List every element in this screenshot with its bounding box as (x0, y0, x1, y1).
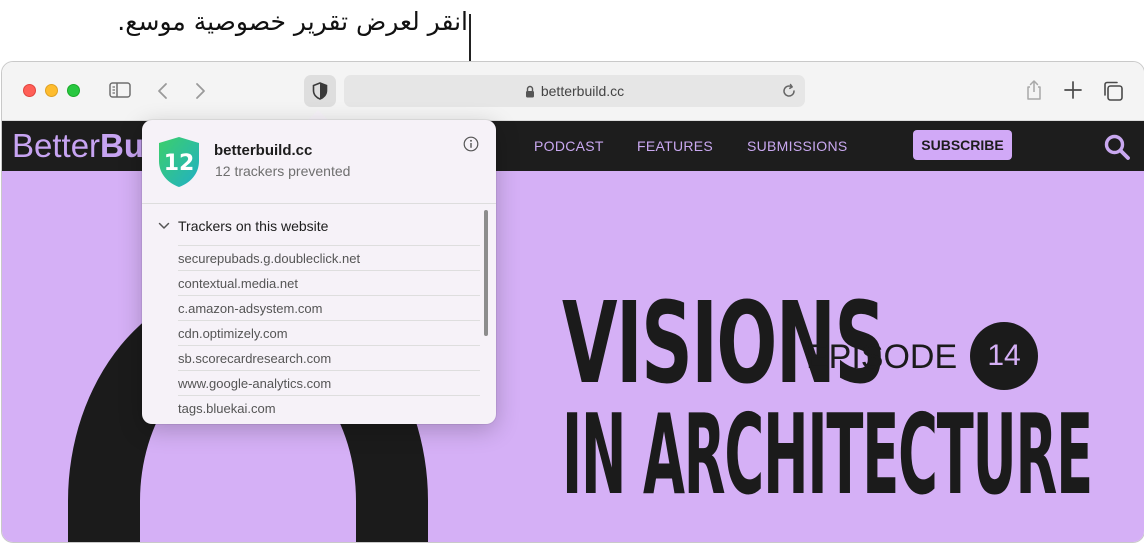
tracker-item: tags.bluekai.com (178, 395, 480, 420)
chevron-down-icon[interactable] (158, 221, 170, 231)
lock-icon (525, 85, 534, 98)
tracker-item: securepubads.g.doubleclick.net (178, 245, 480, 270)
url-text: betterbuild.cc (540, 83, 625, 99)
sidebar-icon[interactable] (109, 81, 131, 99)
tracker-count-shield-icon: 12 (159, 137, 199, 187)
search-icon[interactable] (1103, 133, 1131, 161)
share-icon[interactable] (1024, 79, 1044, 101)
privacy-report-popover: 12 betterbuild.cc 12 trackers prevented … (142, 120, 496, 424)
episode-number-badge: 14 (970, 322, 1038, 390)
tracker-item: cdn.optimizely.com (178, 320, 480, 345)
subscribe-button[interactable]: SUBSCRIBE (913, 130, 1012, 160)
report-site-name: betterbuild.cc (214, 142, 313, 159)
logo-bold-text: Bu (100, 127, 145, 164)
logo-light-text: Better (12, 127, 101, 164)
hero-title-line-2: IN ARCHITECTURE (562, 391, 1093, 520)
tab-overview-icon[interactable] (1102, 80, 1124, 102)
tracker-list: securepubads.g.doubleclick.net contextua… (178, 245, 480, 420)
episode-label: EPISODE (806, 338, 958, 376)
tracker-badge-count: 12 (164, 151, 195, 176)
url-display: betterbuild.cc (344, 75, 805, 107)
address-bar[interactable]: betterbuild.cc (344, 75, 805, 107)
zoom-window-button[interactable] (67, 84, 80, 97)
browser-toolbar: betterbuild.cc (2, 62, 1144, 121)
forward-icon[interactable] (193, 81, 207, 101)
tracker-item: c.amazon-adsystem.com (178, 295, 480, 320)
tracker-list-scrollbar[interactable] (484, 210, 488, 336)
site-logo[interactable]: BetterBu (12, 126, 144, 166)
nav-podcast-link[interactable]: PODCAST (534, 121, 604, 171)
nav-features-link[interactable]: FEATURES (637, 121, 713, 171)
tracker-item: contextual.media.net (178, 270, 480, 295)
nav-submissions-link[interactable]: SUBMISSIONS (747, 121, 848, 171)
callout-text: انقر لعرض تقرير خصوصية موسع. (117, 7, 468, 36)
trackers-prevented-text: 12 trackers prevented (215, 163, 351, 179)
privacy-report-button[interactable] (304, 75, 336, 107)
new-tab-icon[interactable] (1063, 80, 1083, 100)
back-icon[interactable] (156, 81, 170, 101)
tracker-item: sb.scorecardresearch.com (178, 345, 480, 370)
popover-divider (142, 203, 496, 204)
minimize-window-button[interactable] (45, 84, 58, 97)
close-window-button[interactable] (23, 84, 36, 97)
privacy-shield-icon (312, 82, 328, 100)
trackers-section-title[interactable]: Trackers on this website (178, 218, 328, 234)
info-icon[interactable] (463, 136, 479, 152)
tracker-item: www.google-analytics.com (178, 370, 480, 395)
reload-icon[interactable] (781, 83, 797, 99)
